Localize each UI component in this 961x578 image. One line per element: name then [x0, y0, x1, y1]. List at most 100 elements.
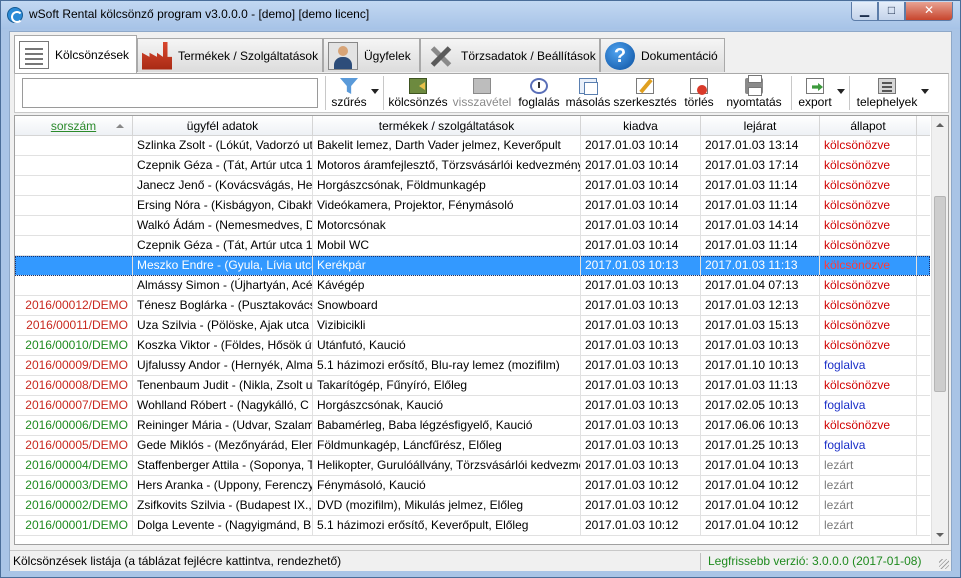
cell-id: 2016/00005/DEMO	[15, 436, 133, 455]
table-row[interactable]: Almássy Simon - (Újhartyán, Acé Kávégép 20…	[15, 276, 930, 296]
table-row[interactable]: 2016/00011/DEMO Uza Szilvia - (Pölöske, A…	[15, 316, 930, 336]
table-row[interactable]: 2016/00008/DEMO Tenenbaum Judit - (Nikla,…	[15, 376, 930, 396]
cell-customer: Ersing Nóra - (Kisbágyon, Cibakh	[133, 196, 313, 215]
scroll-up-icon[interactable]	[936, 123, 944, 127]
tab-torzsadatok[interactable]: Törzsadatok / Beállítások	[420, 38, 600, 72]
return-button[interactable]: visszavétel	[451, 76, 513, 112]
cell-status: kölcsönözve	[820, 336, 917, 355]
cell-due: 2017.01.03 11:14	[701, 196, 820, 215]
table-row[interactable]: 2016/00010/DEMO Koszka Viktor - (Földes, …	[15, 336, 930, 356]
cell-id	[15, 276, 133, 295]
cell-customer: Ujfalussy Andor - (Hernyék, Alma	[133, 356, 313, 375]
resize-grip-icon[interactable]	[939, 559, 949, 569]
table-row[interactable]: Janecz Jenő - (Kovácsvágás, Hegy Horgászc…	[15, 176, 930, 196]
cell-due: 2017.01.03 17:14	[701, 156, 820, 175]
table-row[interactable]: 2016/00009/DEMO Ujfalussy Andor - (Hernyé…	[15, 356, 930, 376]
header-kiadva[interactable]: kiadva	[581, 116, 701, 136]
print-button[interactable]: nyomtatás	[721, 75, 787, 112]
toolbar-separator	[849, 76, 850, 110]
table-row[interactable]: 2016/00001/DEMO Dolga Levente - (Nagyigmá…	[15, 516, 930, 536]
table-row[interactable]: 2016/00002/DEMO Zsifkovits Szilvia - (Bud…	[15, 496, 930, 516]
cell-products: Motoros áramfejlesztő, Törzsvásárlói ked…	[313, 156, 581, 175]
copy-button[interactable]: másolás	[565, 76, 611, 112]
header-ugyfel[interactable]: ügyfél adatok	[133, 116, 313, 136]
export-dropdown-arrow-icon[interactable]	[837, 89, 845, 94]
cell-out: 2017.01.03 10:13	[581, 356, 701, 375]
delete-button[interactable]: törlés	[679, 76, 719, 112]
export-button[interactable]: export	[795, 76, 835, 112]
cell-status: lezárt	[820, 516, 917, 535]
header-label: lejárat	[743, 119, 777, 133]
table-row[interactable]: 2016/00006/DEMO Reininger Mária - (Udvar,…	[15, 416, 930, 436]
header-label: sorszám	[50, 119, 97, 133]
branches-button[interactable]: telephelyek	[853, 76, 921, 112]
table-row[interactable]: Czepnik Géza - (Tát, Artúr utca 14 Mobil …	[15, 236, 930, 256]
filter-button[interactable]: szűrés	[329, 76, 369, 112]
table-row[interactable]: 2016/00004/DEMO Staffenberger Attila - (S…	[15, 456, 930, 476]
table-row[interactable]: 2016/00003/DEMO Hers Aranka - (Uppony, Fe…	[15, 476, 930, 496]
tab-termekek[interactable]: Termékek / Szolgáltatások	[137, 38, 323, 72]
close-button[interactable]: ✕	[905, 2, 953, 21]
cell-products: Helikopter, Gurulóállvány, Törzsvásárlói…	[313, 456, 581, 475]
header-termekek[interactable]: termékek / szolgáltatások	[313, 116, 581, 136]
cell-status: lezárt	[820, 496, 917, 515]
title-bar[interactable]: wSoft Rental kölcsönző program v3.0.0.0 …	[1, 1, 960, 29]
table-row[interactable]: 2016/00012/DEMO Ténesz Boglárka - (Puszta…	[15, 296, 930, 316]
cell-status: kölcsönözve	[820, 276, 917, 295]
cell-due: 2017.01.03 11:14	[701, 176, 820, 195]
cell-id: 2016/00010/DEMO	[15, 336, 133, 355]
tab-ugyfelek[interactable]: Ügyfelek	[323, 38, 420, 72]
cell-customer: Tenenbaum Judit - (Nikla, Zsolt u	[133, 376, 313, 395]
table-row[interactable]: Czepnik Géza - (Tát, Artúr utca 14 Motoro…	[15, 156, 930, 176]
header-lejarat[interactable]: lejárat	[701, 116, 820, 136]
header-label: termékek / szolgáltatások	[378, 119, 515, 133]
cell-due: 2017.01.03 15:13	[701, 316, 820, 335]
cell-status: kölcsönözve	[820, 236, 917, 255]
scroll-down-icon[interactable]	[936, 533, 944, 537]
cell-customer: Hers Aranka - (Uppony, Ferenczy	[133, 476, 313, 495]
table-header: sorszám ügyfél adatok termékek / szolgál…	[15, 116, 930, 136]
cell-status: kölcsönözve	[820, 256, 917, 275]
cell-due: 2017.01.04 07:13	[701, 276, 820, 295]
table-row[interactable]: 2016/00007/DEMO Wohlland Róbert - (Nagyká…	[15, 396, 930, 416]
rent-door-icon	[409, 78, 427, 94]
scroll-thumb[interactable]	[934, 196, 946, 392]
vertical-scrollbar[interactable]	[931, 116, 948, 544]
cell-out: 2017.01.03 10:14	[581, 176, 701, 195]
table-row[interactable]: Ersing Nóra - (Kisbágyon, Cibakh Videókam…	[15, 196, 930, 216]
cell-id	[15, 256, 133, 275]
reserve-button[interactable]: foglalás	[515, 76, 563, 112]
cell-status: lezárt	[820, 456, 917, 475]
tab-kolcsonzesek[interactable]: Kölcsönzések	[14, 35, 137, 73]
cell-out: 2017.01.03 10:14	[581, 156, 701, 175]
cell-out: 2017.01.03 10:13	[581, 276, 701, 295]
branches-dropdown-arrow-icon[interactable]	[921, 89, 929, 94]
printer-icon	[745, 75, 763, 96]
cell-products: Utánfutó, Kaució	[313, 336, 581, 355]
window-title: wSoft Rental kölcsönző program v3.0.0.0 …	[29, 7, 370, 21]
client-area: Kölcsönzések Termékek / Szolgáltatások Ü…	[9, 31, 952, 571]
table-row[interactable]: Meszko Endre - (Gyula, Lívia utca Kerékpá…	[15, 256, 930, 276]
tab-label: Dokumentáció	[641, 48, 718, 63]
table-row[interactable]: Szlinka Zsolt - (Lókút, Vadorzó utca Bake…	[15, 136, 930, 156]
cell-id: 2016/00003/DEMO	[15, 476, 133, 495]
cell-status: kölcsönözve	[820, 296, 917, 315]
maximize-button[interactable]: □	[878, 2, 905, 21]
rent-button[interactable]: kölcsönzés	[387, 76, 449, 112]
minimize-button[interactable]: ▁	[851, 2, 878, 21]
table-row[interactable]: Walkó Ádám - (Nemesmedves, D Motorcsónak 2…	[15, 216, 930, 236]
cell-customer: Uza Szilvia - (Pölöske, Ajak utca 1	[133, 316, 313, 335]
tab-dokumentacio[interactable]: ? Dokumentáció	[600, 38, 725, 72]
cell-due: 2017.01.04 10:12	[701, 476, 820, 495]
header-allapot[interactable]: állapot	[820, 116, 917, 136]
cell-out: 2017.01.03 10:13	[581, 336, 701, 355]
tab-label: Termékek / Szolgáltatások	[178, 48, 319, 63]
filter-dropdown-arrow-icon[interactable]	[371, 89, 379, 94]
cell-due: 2017.01.04 10:12	[701, 516, 820, 535]
cell-out: 2017.01.03 10:13	[581, 316, 701, 335]
search-input[interactable]	[22, 78, 318, 108]
edit-button[interactable]: szerkesztés	[613, 76, 677, 112]
cell-customer: Czepnik Géza - (Tát, Artúr utca 14	[133, 156, 313, 175]
header-sorszam[interactable]: sorszám	[15, 116, 133, 136]
table-row[interactable]: 2016/00005/DEMO Gede Miklós - (Mezőnyárád…	[15, 436, 930, 456]
